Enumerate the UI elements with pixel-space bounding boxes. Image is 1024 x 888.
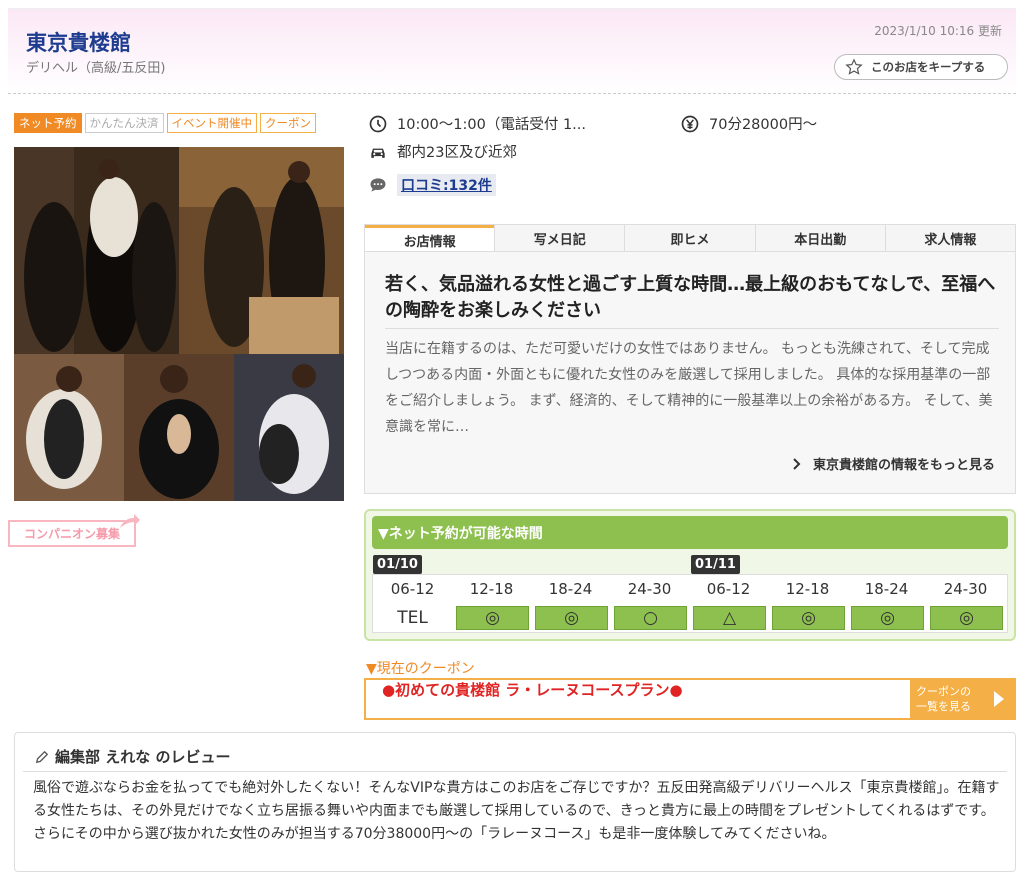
coupon-title[interactable]: ●初めての貴楼館 ラ・レーヌコースプラン● (382, 682, 702, 699)
photo-1 (14, 147, 179, 354)
price-text: 70分28000円〜 (709, 117, 818, 133)
header-divider (8, 93, 1016, 94)
reservation-availability: ▼ネット予約が可能な時間 01/10 01/11 06-12 12-18 18-… (364, 509, 1016, 641)
tab-shop-info[interactable]: お店情報 (365, 225, 495, 252)
shop-header (8, 8, 1016, 94)
play-arrow-icon (994, 691, 1004, 707)
date-label: 01/11 (691, 555, 740, 574)
coupon-list-button[interactable]: クーポンの 一覧を見る (910, 680, 1014, 718)
slot-time: 06-12 (706, 580, 751, 598)
shop-category: デリヘル（高級/五反田) (26, 61, 166, 76)
coupon-section-label: ▼現在のクーポン (366, 661, 475, 677)
reviews-link[interactable]: 口コミ:132件 (397, 174, 496, 196)
badge-event: イベント開催中 (166, 113, 257, 133)
photo-5 (234, 354, 344, 501)
photo-4 (124, 354, 234, 501)
photo-2 (179, 147, 344, 354)
review-title-text: 編集部 えれな のレビュー (55, 748, 231, 766)
area-text: 都内23区及び近郊 (397, 145, 517, 161)
feature-badges: ネット予約 かんたん決済 イベント開催中 クーポン (14, 113, 316, 133)
companion-recruit-link[interactable]: コンパニオン募集 (8, 520, 136, 547)
slot-time: 06-12 (390, 580, 435, 598)
slot-table: 06-12 12-18 18-24 24-30 06-12 12-18 18-2… (372, 574, 1008, 633)
intro-text: 当店に在籍するのは、ただ可愛いだけの女性ではありません。 もっとも洗練されて、そ… (385, 341, 993, 435)
clock-icon (369, 115, 387, 132)
slot-time: 12-18 (469, 580, 514, 598)
speech-bubble-icon (370, 178, 386, 192)
slot-time: 12-18 (785, 580, 830, 598)
slot-time: 18-24 (548, 580, 593, 598)
shop-info-panel: 若く、気品溢れる女性と過ごす上質な時間…最上級のおもてなしで、至福への陶酔をお楽… (364, 251, 1016, 494)
yen-icon (681, 115, 699, 132)
slot-button[interactable]: ◎ (930, 606, 1003, 630)
star-icon (845, 58, 863, 75)
photo-3 (14, 354, 124, 501)
shop-tabs: お店情報 写メ日記 即ヒメ 本日出勤 求人情報 (364, 224, 1016, 252)
shop-name[interactable]: 東京貴楼館 (26, 27, 131, 57)
shop-photo[interactable] (14, 147, 344, 501)
badge-coupon: クーポン (260, 113, 316, 133)
review-divider (23, 771, 1007, 772)
arrow-icon (120, 514, 140, 528)
pencil-icon (35, 750, 49, 763)
slot-button[interactable]: ◎ (456, 606, 529, 630)
badge-net-reservation: ネット予約 (14, 113, 82, 133)
service-area: 都内23区及び近郊 (368, 141, 517, 162)
review-body: 風俗で遊ぶならお金を払ってでも絶対外したくない！そんなVIPな貴方はこのお店をご… (33, 780, 1000, 842)
reservation-title: ▼ネット予約が可能な時間 (372, 516, 1008, 549)
slot-time: 18-24 (864, 580, 909, 598)
slot-button[interactable]: ◎ (535, 606, 608, 630)
tab-recruit[interactable]: 求人情報 (884, 225, 1016, 252)
updated-timestamp: 2023/1/10 10:16 更新 (874, 24, 1002, 38)
badge-easy-payment: かんたん決済 (84, 113, 164, 133)
more-info-label: 東京貴楼館の情報をもっと見る (812, 458, 995, 473)
catch-copy: 若く、気品溢れる女性と過ごす上質な時間…最上級のおもてなしで、至福への陶酔をお楽… (385, 272, 999, 329)
tab-today-attendance[interactable]: 本日出勤 (754, 225, 885, 252)
slot-time: 24-30 (627, 580, 672, 598)
chevron-right-icon (793, 457, 801, 470)
reviews-row: 口コミ:132件 (368, 174, 496, 196)
coupon-box[interactable]: ●初めての貴楼館 ラ・レーヌコースプラン● クーポンの 一覧を見る (364, 678, 1016, 720)
business-hours: 10:00〜1:00（電話受付 1... (368, 113, 586, 134)
review-title: 編集部 えれな のレビュー (35, 746, 230, 767)
slot-button[interactable]: ○ (614, 606, 687, 630)
slot-button[interactable]: △ (693, 606, 766, 630)
date-label: 01/10 (373, 555, 422, 574)
hours-text: 10:00〜1:00（電話受付 1... (397, 117, 587, 133)
slot-time: 24-30 (943, 580, 988, 598)
price-info: 70分28000円〜 (680, 113, 817, 134)
car-icon (371, 148, 385, 158)
keep-shop-button[interactable]: このお店をキープする (834, 54, 1008, 80)
slot-button[interactable]: ◎ (772, 606, 845, 630)
slot-button[interactable]: ◎ (851, 606, 924, 630)
tab-instant-hime[interactable]: 即ヒメ (624, 225, 755, 252)
more-info-link[interactable]: 東京貴楼館の情報をもっと見る (793, 454, 995, 473)
keep-label: このお店をキープする (871, 60, 986, 74)
tab-photo-diary[interactable]: 写メ日記 (494, 225, 625, 252)
editor-review: 編集部 えれな のレビュー 風俗で遊ぶならお金を払ってでも絶対外したくない！そん… (14, 732, 1016, 872)
slot-tel: TEL (397, 608, 428, 628)
